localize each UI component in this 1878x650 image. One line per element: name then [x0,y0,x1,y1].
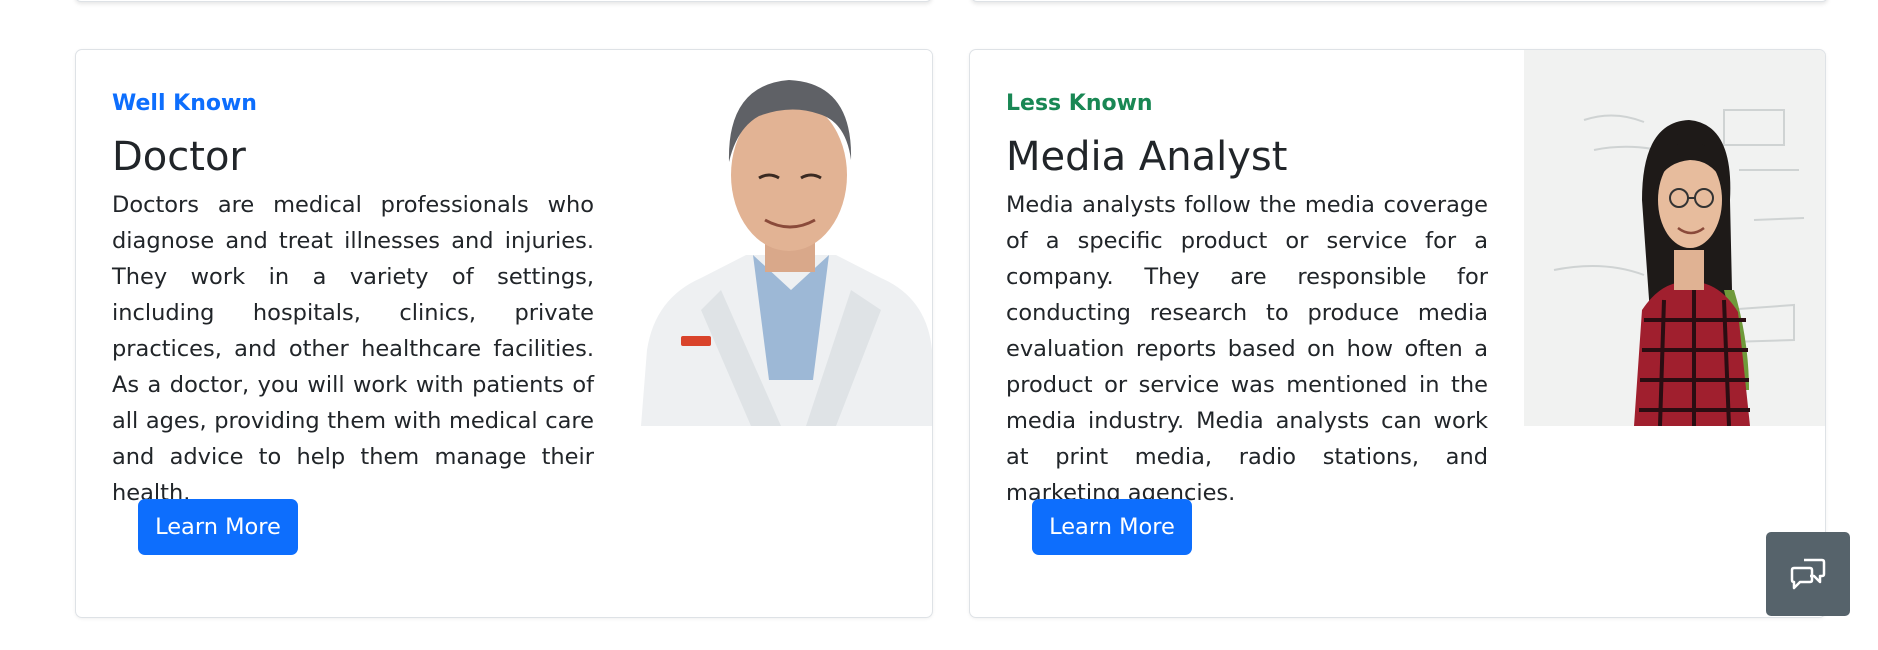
media-analyst-photo [1524,50,1825,426]
career-card-media-analyst: Less Known Media Analyst Media analysts … [969,49,1826,618]
card-description: Doctors are medical professionals who di… [112,192,594,507]
learn-more-button[interactable]: Learn More [138,499,298,555]
previous-card-bottom-edge [971,0,1828,2]
learn-more-button[interactable]: Learn More [1032,499,1192,555]
card-description: Media analysts follow the media coverage… [1006,192,1488,507]
card-title: Media Analyst [1006,134,1288,181]
card-body: Well Known Doctor Doctors are medical pr… [112,91,594,511]
card-body: Less Known Media Analyst Media analysts … [1006,91,1488,511]
card-tag: Well Known [112,91,257,116]
card-title: Doctor [112,134,246,181]
career-card-doctor: Well Known Doctor Doctors are medical pr… [75,49,933,618]
previous-card-bottom-edge [75,0,932,2]
card-tag: Less Known [1006,91,1153,116]
chat-button[interactable] [1766,532,1850,616]
doctor-photo [641,50,932,426]
chat-bubbles-icon [1790,558,1826,590]
